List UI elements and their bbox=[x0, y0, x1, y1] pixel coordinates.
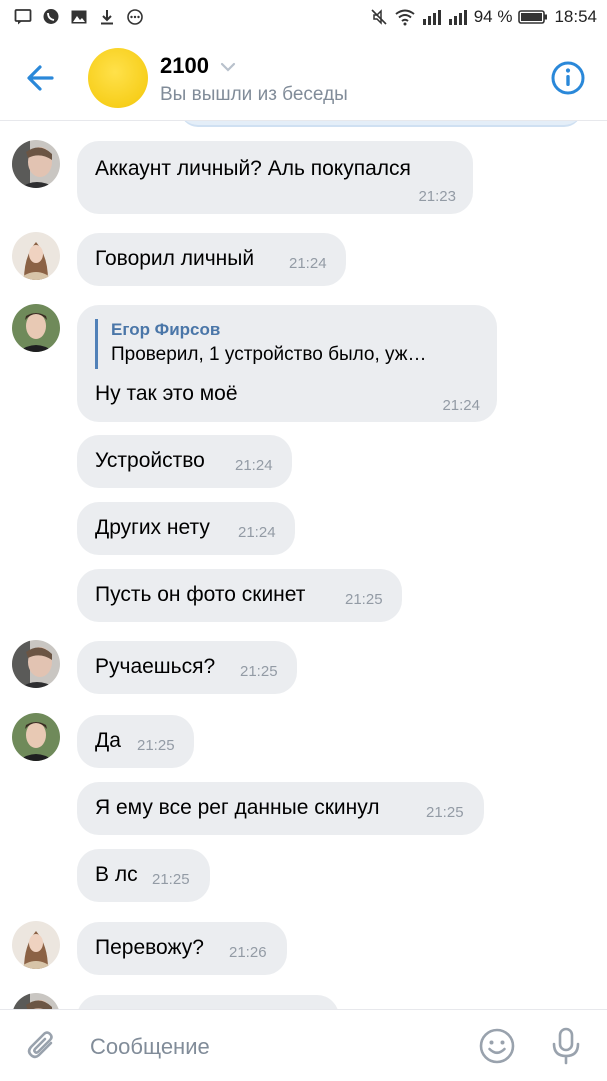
chat-header: 2100 Вы вышли из беседы bbox=[0, 36, 607, 121]
more-icon bbox=[127, 9, 143, 25]
message-input[interactable] bbox=[88, 1028, 462, 1066]
battery-icon bbox=[518, 10, 548, 24]
message-text: Ручаешься? bbox=[95, 655, 216, 678]
message-bubble[interactable]: Пусть он фото скинет 21:25 bbox=[77, 569, 402, 622]
message-time: 21:25 bbox=[426, 804, 464, 821]
download-icon bbox=[101, 10, 113, 25]
avatar[interactable] bbox=[12, 140, 60, 188]
message-text: Перевожу? bbox=[95, 936, 204, 959]
mute-icon bbox=[371, 9, 387, 25]
message-text: Да bbox=[95, 729, 121, 752]
message-time: 21:25 bbox=[152, 871, 190, 888]
message-text: Пусть он фото скинет bbox=[95, 583, 306, 606]
message-bubble[interactable]: Устройство 21:24 bbox=[77, 435, 292, 488]
smile-icon[interactable] bbox=[478, 1027, 516, 1065]
signal-icon bbox=[448, 10, 467, 25]
battery-percent: 94 % bbox=[473, 7, 513, 26]
message-bubble[interactable]: Других нету 21:24 bbox=[77, 502, 295, 555]
reply-quote[interactable]: Егор Фирсов Проверил, 1 устройство было,… bbox=[95, 319, 426, 369]
message-time: 21:24 bbox=[238, 524, 276, 541]
message-bubble[interactable]: Да 21:25 bbox=[77, 715, 194, 768]
arrow-left-icon[interactable] bbox=[22, 58, 62, 98]
clock: 18:54 bbox=[554, 7, 597, 26]
chevron-down-icon[interactable] bbox=[218, 60, 238, 74]
chat-title[interactable]: 2100 bbox=[160, 53, 209, 79]
reply-author: Егор Фирсов bbox=[111, 320, 221, 339]
microphone-icon[interactable] bbox=[549, 1026, 583, 1066]
avatar[interactable] bbox=[12, 640, 60, 688]
previous-message-edge bbox=[180, 121, 582, 127]
message-bubble[interactable]: Говорил личный 21:24 bbox=[77, 233, 346, 286]
message-text: Говорил личный bbox=[95, 247, 255, 270]
gallery-icon bbox=[71, 10, 87, 24]
message-time: 21:25 bbox=[345, 591, 383, 608]
message-bubble[interactable]: Аккаунт личный? Аль покупался 21:23 bbox=[77, 141, 473, 214]
chat-avatar[interactable] bbox=[88, 48, 148, 108]
message-time: 21:26 bbox=[229, 944, 267, 961]
message-bubble[interactable] bbox=[77, 995, 339, 1009]
message-text: В лс bbox=[95, 863, 138, 886]
message-list[interactable]: Аккаунт личный? Аль покупался 21:23 Гово… bbox=[0, 121, 607, 1009]
message-composer bbox=[0, 1009, 607, 1081]
message-time: 21:24 bbox=[235, 457, 273, 474]
avatar[interactable] bbox=[12, 304, 60, 352]
reply-text: Проверил, 1 устройство было, уж… bbox=[111, 344, 427, 365]
viber-icon bbox=[43, 9, 59, 24]
message-time: 21:25 bbox=[240, 663, 278, 680]
message-text: Других нету bbox=[95, 516, 210, 539]
avatar[interactable] bbox=[12, 921, 60, 969]
message-bubble[interactable]: Перевожу? 21:26 bbox=[77, 922, 287, 975]
avatar[interactable] bbox=[12, 713, 60, 761]
message-bubble[interactable]: Я ему все рег данные скинул 21:25 bbox=[77, 782, 484, 835]
message-time: 21:24 bbox=[289, 255, 327, 272]
signal-icon bbox=[422, 10, 441, 25]
avatar[interactable] bbox=[12, 232, 60, 280]
message-bubble[interactable]: Егор Фирсов Проверил, 1 устройство было,… bbox=[77, 305, 497, 422]
message-bubble[interactable]: Ручаешься? 21:25 bbox=[77, 641, 297, 694]
wifi-icon bbox=[395, 9, 415, 26]
message-bubble[interactable]: В лс 21:25 bbox=[77, 849, 210, 902]
message-text: Устройство bbox=[95, 449, 205, 472]
message-time: 21:24 bbox=[442, 397, 480, 414]
info-icon[interactable] bbox=[548, 58, 588, 98]
status-bar: 94 % 18:54 bbox=[0, 0, 607, 36]
chat-subtitle: Вы вышли из беседы bbox=[160, 84, 348, 105]
message-icon bbox=[14, 9, 32, 25]
paperclip-icon[interactable] bbox=[24, 1028, 60, 1064]
message-text: Аккаунт личный? Аль покупался bbox=[95, 157, 411, 180]
message-text: Ну так это моё bbox=[95, 382, 238, 405]
message-text: Я ему все рег данные скинул bbox=[95, 796, 380, 819]
message-time: 21:25 bbox=[137, 737, 175, 754]
avatar[interactable] bbox=[12, 993, 60, 1009]
message-time: 21:23 bbox=[418, 188, 456, 205]
